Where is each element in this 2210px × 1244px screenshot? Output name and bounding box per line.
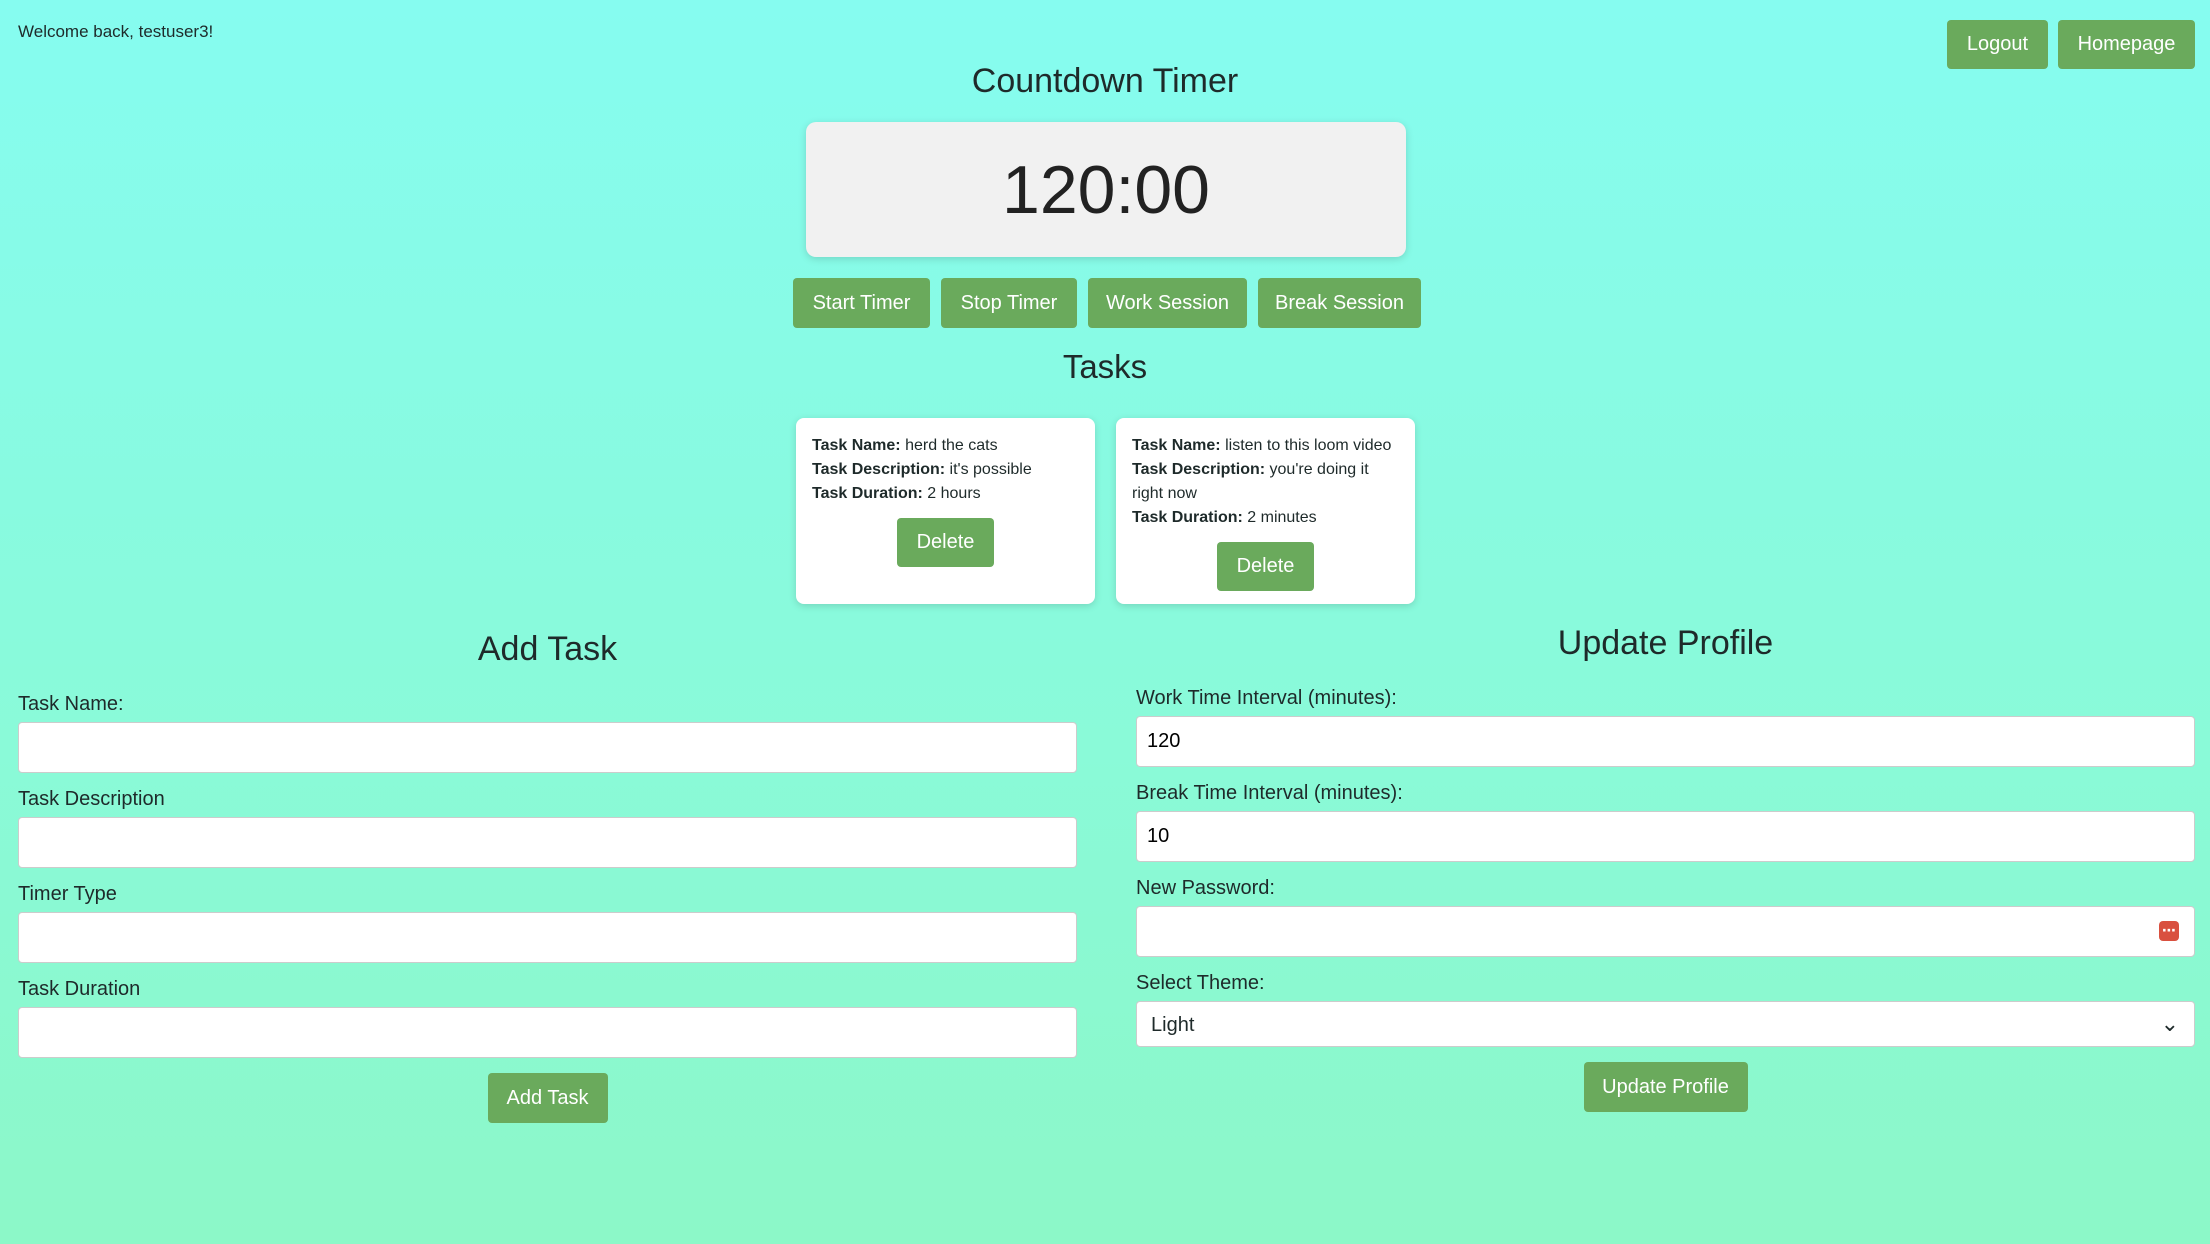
- task-description-line: Task Description: it's possible: [812, 458, 1079, 482]
- work-interval-label: Work Time Interval (minutes):: [1136, 687, 1397, 709]
- theme-select[interactable]: Light ⌄: [1136, 1001, 2195, 1047]
- stop-timer-button[interactable]: Stop Timer: [941, 278, 1077, 328]
- task-name-field-label: Task Name:: [18, 693, 124, 715]
- add-task-button[interactable]: Add Task: [487, 1073, 608, 1123]
- password-wrapper: ⋯: [1136, 906, 2195, 957]
- work-interval-input[interactable]: [1136, 716, 2195, 767]
- break-interval-input[interactable]: [1136, 811, 2195, 862]
- delete-task-button[interactable]: Delete: [1217, 542, 1314, 591]
- timer-type-field-label: Timer Type: [18, 883, 117, 905]
- welcome-message: Welcome back, testuser3!: [18, 22, 214, 41]
- task-name-line: Task Name: listen to this loom video: [1132, 434, 1399, 458]
- task-description-field-label: Task Description: [18, 788, 165, 810]
- task-duration-line: Task Duration: 2 minutes: [1132, 506, 1399, 530]
- break-interval-label: Break Time Interval (minutes):: [1136, 782, 1403, 804]
- task-duration-field-label: Task Duration: [18, 978, 141, 1000]
- task-card: Task Name: herd the cats Task Descriptio…: [796, 418, 1095, 604]
- update-profile-button[interactable]: Update Profile: [1583, 1062, 1748, 1112]
- add-task-form: Add Task Task Name: Task Description Tim…: [18, 630, 1077, 1123]
- task-duration-label: Task Duration:: [1132, 509, 1243, 526]
- new-password-input[interactable]: [1136, 906, 2195, 957]
- task-name-label: Task Name:: [1132, 437, 1221, 454]
- delete-task-button[interactable]: Delete: [897, 518, 994, 567]
- task-duration-label: Task Duration:: [812, 485, 923, 502]
- task-name-line: Task Name: herd the cats: [812, 434, 1079, 458]
- task-name-input[interactable]: [18, 722, 1077, 773]
- countdown-title: Countdown Timer: [971, 62, 1239, 100]
- task-duration: 2 hours: [927, 485, 981, 502]
- task-description-label: Task Description:: [1132, 461, 1266, 478]
- task-name: herd the cats: [905, 437, 998, 454]
- add-task-title: Add Task: [477, 630, 618, 668]
- task-description-input[interactable]: [18, 817, 1077, 868]
- new-password-label: New Password:: [1136, 877, 1275, 899]
- task-duration-line: Task Duration: 2 hours: [812, 482, 1079, 506]
- task-description: it's possible: [949, 461, 1032, 478]
- task-name-label: Task Name:: [812, 437, 901, 454]
- break-session-button[interactable]: Break Session: [1258, 278, 1421, 328]
- theme-select-value: Light: [1136, 1001, 2195, 1047]
- task-name: listen to this loom video: [1225, 437, 1392, 454]
- tasks-title: Tasks: [1062, 348, 1148, 385]
- work-session-button[interactable]: Work Session: [1088, 278, 1247, 328]
- password-manager-icon[interactable]: ⋯: [2159, 921, 2179, 941]
- task-description-line: Task Description: you're doing it right …: [1132, 458, 1399, 506]
- start-timer-button[interactable]: Start Timer: [793, 278, 930, 328]
- timer-controls: Start Timer Stop Timer Work Session Brea…: [793, 278, 1421, 328]
- update-profile-title: Update Profile: [1557, 624, 1774, 662]
- task-duration: 2 minutes: [1247, 509, 1317, 526]
- chevron-down-icon: ⌄: [2160, 1011, 2179, 1036]
- task-card: Task Name: listen to this loom video Tas…: [1116, 418, 1415, 604]
- timer-display: 120:00: [806, 122, 1406, 257]
- theme-label: Select Theme:: [1136, 972, 1265, 994]
- task-description-label: Task Description:: [812, 461, 946, 478]
- update-profile-form: Update Profile Work Time Interval (minut…: [1136, 624, 2195, 1112]
- task-duration-input[interactable]: [18, 1007, 1077, 1058]
- timer-type-input[interactable]: [18, 912, 1077, 963]
